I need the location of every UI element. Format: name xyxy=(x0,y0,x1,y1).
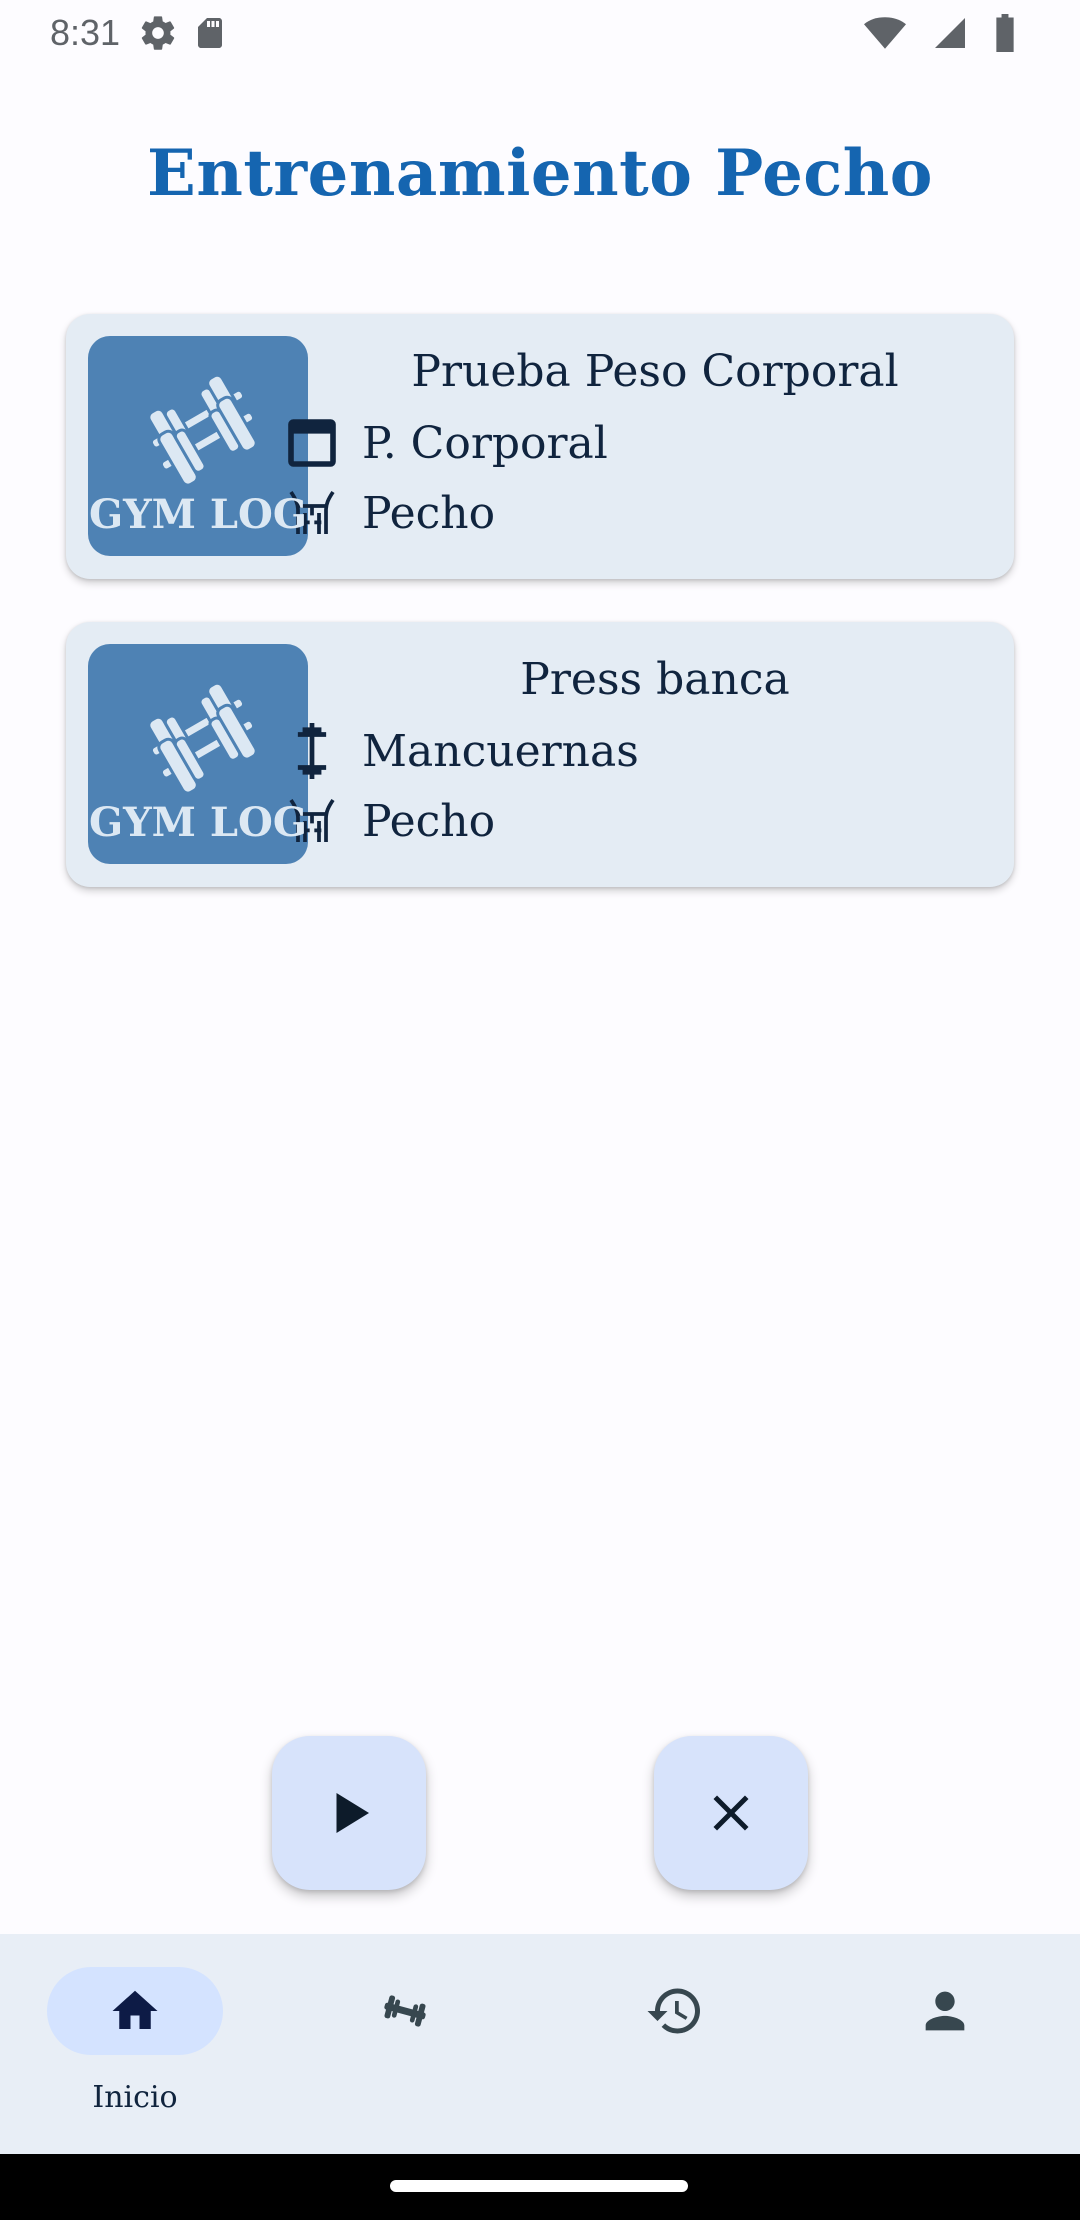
exercise-muscle-row: Pecho xyxy=(284,485,495,541)
scale-icon xyxy=(284,415,340,471)
start-workout-button[interactable] xyxy=(272,1736,426,1890)
nav-active-indicator xyxy=(47,1967,223,2055)
close-icon xyxy=(713,1795,749,1831)
nav-item-profile[interactable] xyxy=(810,1934,1080,2154)
exercise-equipment-row: P. Corporal xyxy=(284,415,608,471)
equipment-label: P. Corporal xyxy=(362,417,608,469)
nav-icon-container xyxy=(857,1967,1033,2055)
home-icon xyxy=(112,1990,158,2029)
person-icon xyxy=(925,1991,965,2031)
nav-icon-container xyxy=(317,1967,493,2055)
home-gesture-handle[interactable] xyxy=(390,2180,688,2192)
exercise-muscle-row: Pecho xyxy=(284,793,495,849)
gym-log-logo: GYM LOG xyxy=(88,644,308,864)
history-icon xyxy=(647,1988,700,2034)
exercise-name: Prueba Peso Corporal xyxy=(411,346,899,397)
status-time: 8:31 xyxy=(50,12,121,53)
dumbbells-graphic xyxy=(147,373,258,487)
play-icon xyxy=(336,1793,369,1833)
cancel-workout-button[interactable] xyxy=(654,1736,808,1890)
system-navigation-bar xyxy=(0,2154,1080,2220)
bottom-navigation: Inicio xyxy=(0,1934,1080,2154)
sd-card-icon xyxy=(192,15,228,51)
exercise-name: Press banca xyxy=(520,654,790,705)
muscle-label: Pecho xyxy=(362,487,496,539)
equipment-label: Mancuernas xyxy=(362,725,639,777)
page-title: Entrenamiento Pecho xyxy=(147,136,933,211)
logo-text: GYM LOG xyxy=(88,491,308,538)
logo-text: GYM LOG xyxy=(88,799,308,846)
nav-item-home[interactable]: Inicio xyxy=(0,1934,270,2154)
signal-icon xyxy=(932,15,968,51)
muscle-label: Pecho xyxy=(362,795,496,847)
nav-item-workouts[interactable] xyxy=(270,1934,540,2154)
nav-item-history[interactable] xyxy=(540,1934,810,2154)
dumbbell-icon xyxy=(384,1995,426,2027)
exercise-equipment-row: Mancuernas xyxy=(284,723,639,779)
nav-icon-container xyxy=(587,1967,763,2055)
status-bar: 8:31 xyxy=(0,0,1080,66)
settings-icon xyxy=(138,13,178,53)
gym-log-logo: GYM LOG xyxy=(88,336,308,556)
dumbbells-graphic xyxy=(147,681,258,795)
dumbbell-icon xyxy=(284,723,340,779)
battery-icon xyxy=(994,14,1016,52)
wifi-icon xyxy=(864,15,906,51)
nav-label-home: Inicio xyxy=(92,2080,178,2115)
